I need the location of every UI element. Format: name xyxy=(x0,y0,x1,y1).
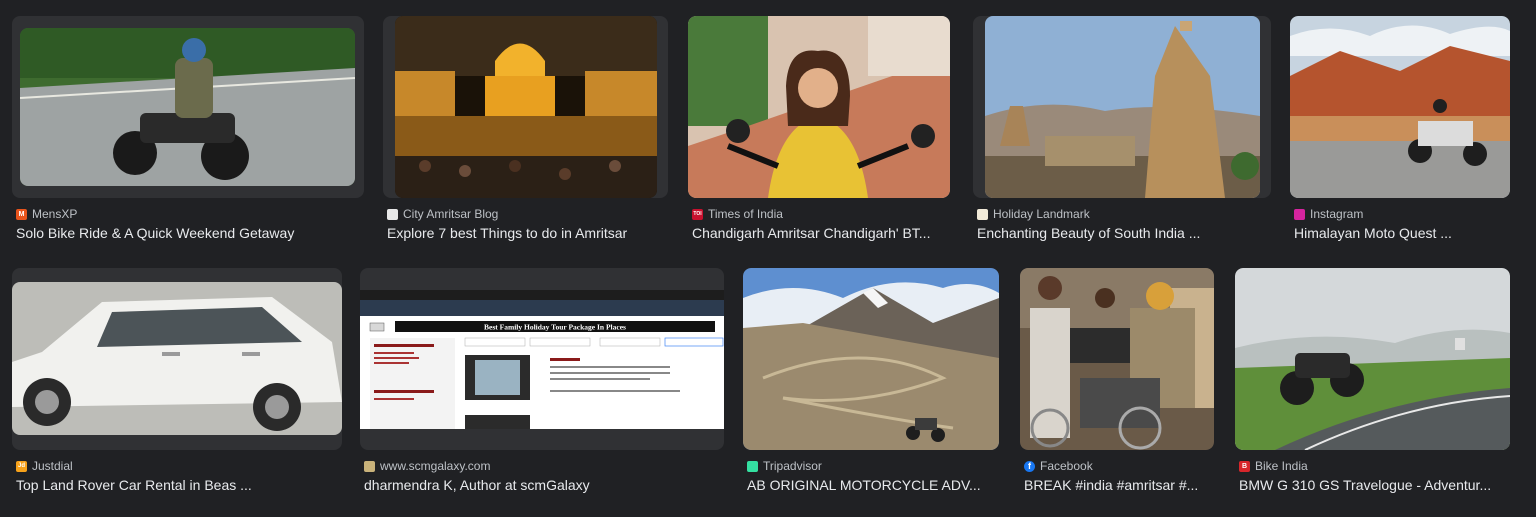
thumbnail-frame[interactable] xyxy=(12,268,342,450)
source-name[interactable]: Facebook xyxy=(1040,459,1093,473)
holiday-landmark-icon xyxy=(977,208,988,220)
result-card[interactable]: Instagram Himalayan Moto Quest ... xyxy=(1290,16,1512,246)
justdial-icon: Jd xyxy=(16,460,27,472)
result-image[interactable] xyxy=(20,28,355,186)
result-card[interactable]: Holiday Landmark Enchanting Beauty of So… xyxy=(973,16,1271,246)
result-title[interactable]: Chandigarh Amritsar Chandigarh' BT... xyxy=(692,225,950,241)
city-amritsar-blog-icon xyxy=(387,208,398,220)
source-row[interactable]: Instagram xyxy=(1294,206,1363,222)
thumbnail-frame[interactable] xyxy=(1290,16,1510,198)
result-title[interactable]: BMW G 310 GS Travelogue - Adventur... xyxy=(1239,477,1509,493)
result-card[interactable]: Best Family Holiday Tour Package In Plac… xyxy=(360,268,724,498)
result-title[interactable]: Solo Bike Ride & A Quick Weekend Getaway xyxy=(16,225,356,241)
result-title[interactable]: Top Land Rover Car Rental in Beas ... xyxy=(16,477,341,493)
result-image[interactable] xyxy=(395,16,657,198)
source-row[interactable]: Holiday Landmark xyxy=(977,206,1090,222)
thumbnail-frame[interactable] xyxy=(973,16,1271,198)
thumbnail-frame[interactable] xyxy=(1235,268,1510,450)
image-results-grid: M MensXP Solo Bike Ride & A Quick Weeken… xyxy=(0,0,1536,517)
result-image[interactable] xyxy=(985,16,1260,198)
source-row[interactable]: M MensXP xyxy=(16,206,77,222)
source-name[interactable]: Tripadvisor xyxy=(763,459,822,473)
mensxp-icon: M xyxy=(16,208,27,220)
screenshot-banner: Best Family Holiday Tour Package In Plac… xyxy=(484,323,626,332)
result-image[interactable] xyxy=(12,282,342,435)
result-image[interactable] xyxy=(743,268,999,450)
times-of-india-icon: TOI xyxy=(692,208,703,220)
result-title[interactable]: dharmendra K, Author at scmGalaxy xyxy=(364,477,724,493)
source-row[interactable]: City Amritsar Blog xyxy=(387,206,498,222)
source-row[interactable]: TOI Times of India xyxy=(692,206,783,222)
source-row[interactable]: B Bike India xyxy=(1239,458,1308,474)
thumbnail-frame[interactable] xyxy=(688,16,950,198)
result-image[interactable] xyxy=(1020,268,1214,450)
result-card[interactable]: B Bike India BMW G 310 GS Travelogue - A… xyxy=(1235,268,1511,498)
thumbnail-frame[interactable] xyxy=(12,16,364,198)
source-row[interactable]: Tripadvisor xyxy=(747,458,822,474)
source-name[interactable]: Instagram xyxy=(1310,207,1363,221)
result-title[interactable]: Explore 7 best Things to do in Amritsar xyxy=(387,225,667,241)
result-card[interactable]: f Facebook BREAK #india #amritsar #... xyxy=(1020,268,1216,498)
thumbnail-frame[interactable] xyxy=(1020,268,1214,450)
source-row[interactable]: Jd Justdial xyxy=(16,458,73,474)
source-name[interactable]: Bike India xyxy=(1255,459,1308,473)
result-title[interactable]: Himalayan Moto Quest ... xyxy=(1294,225,1509,241)
source-name[interactable]: Justdial xyxy=(32,459,73,473)
scmgalaxy-icon xyxy=(364,460,375,472)
result-image[interactable] xyxy=(1290,16,1510,198)
source-name[interactable]: www.scmgalaxy.com xyxy=(380,459,490,473)
bike-india-icon: B xyxy=(1239,460,1250,472)
source-name[interactable]: City Amritsar Blog xyxy=(403,207,498,221)
result-card[interactable]: Tripadvisor AB ORIGINAL MOTORCYCLE ADV..… xyxy=(743,268,1001,498)
thumbnail-frame[interactable] xyxy=(743,268,999,450)
result-image[interactable] xyxy=(688,16,950,198)
result-card[interactable]: M MensXP Solo Bike Ride & A Quick Weeken… xyxy=(12,16,364,246)
result-card[interactable]: City Amritsar Blog Explore 7 best Things… xyxy=(383,16,668,246)
source-row[interactable]: f Facebook xyxy=(1024,458,1093,474)
result-title[interactable]: BREAK #india #amritsar #... xyxy=(1024,477,1214,493)
result-title[interactable]: AB ORIGINAL MOTORCYCLE ADV... xyxy=(747,477,997,493)
source-row[interactable]: www.scmgalaxy.com xyxy=(364,458,490,474)
result-image[interactable] xyxy=(1235,268,1510,450)
source-name[interactable]: Times of India xyxy=(708,207,783,221)
result-title[interactable]: Enchanting Beauty of South India ... xyxy=(977,225,1267,241)
instagram-icon xyxy=(1294,208,1305,220)
source-name[interactable]: Holiday Landmark xyxy=(993,207,1090,221)
thumbnail-frame[interactable] xyxy=(383,16,668,198)
source-name[interactable]: MensXP xyxy=(32,207,77,221)
thumbnail-frame[interactable]: Best Family Holiday Tour Package In Plac… xyxy=(360,268,724,450)
facebook-icon: f xyxy=(1024,460,1035,472)
result-image[interactable]: Best Family Holiday Tour Package In Plac… xyxy=(360,290,724,429)
result-card[interactable]: Jd Justdial Top Land Rover Car Rental in… xyxy=(12,268,342,498)
tripadvisor-icon xyxy=(747,460,758,472)
result-card[interactable]: TOI Times of India Chandigarh Amritsar C… xyxy=(688,16,954,246)
